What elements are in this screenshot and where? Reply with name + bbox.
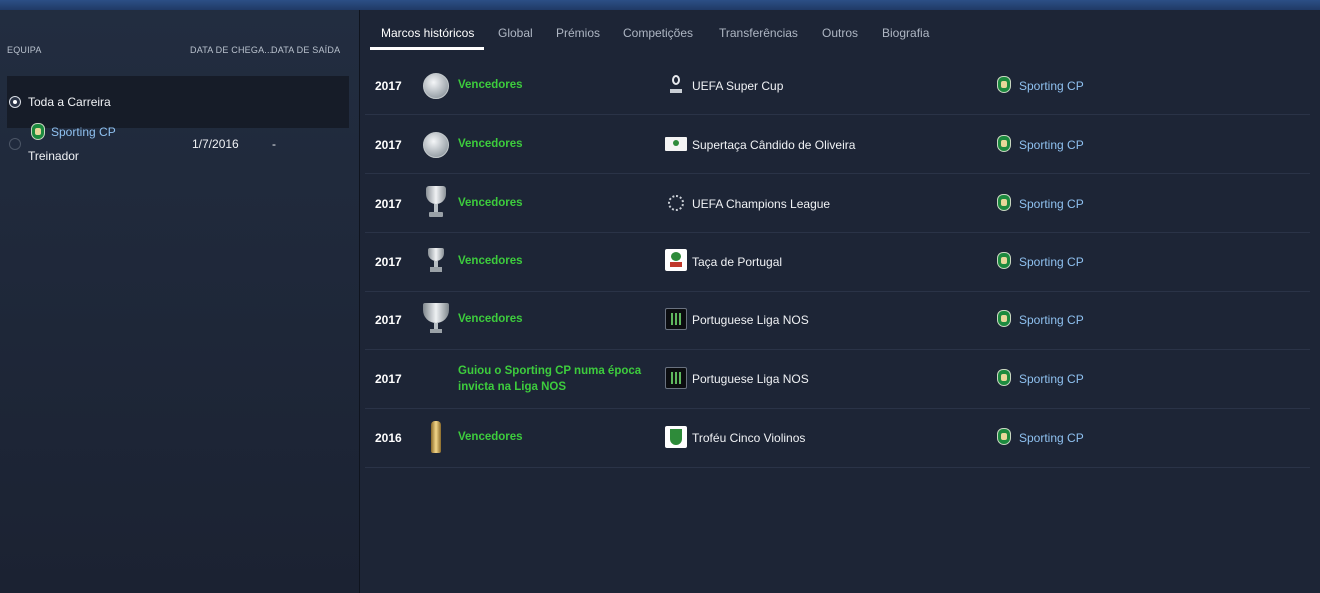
sporting-crest-icon xyxy=(31,123,45,140)
champions-cup-trophy-icon xyxy=(425,186,447,218)
club-link[interactable]: Sporting CP xyxy=(1019,79,1084,93)
career-stints-panel: EQUIPA DATA DE CHEGA... DATA DE SAÍDA To… xyxy=(0,10,359,593)
milestone-row: 2017 Vencedores Portuguese Liga NOS Spor… xyxy=(365,291,1310,350)
tab-milestones[interactable]: Marcos históricos xyxy=(381,26,474,40)
sporting-crest-icon xyxy=(997,428,1011,445)
tab-awards[interactable]: Prémios xyxy=(556,26,600,40)
plate-trophy-icon xyxy=(423,73,449,99)
liga-nos-logo-icon xyxy=(665,367,687,389)
club-link[interactable]: Sporting CP xyxy=(1019,313,1084,327)
liga-nos-logo-icon xyxy=(665,308,687,330)
competition-link[interactable]: UEFA Champions League xyxy=(692,197,830,211)
club-link[interactable]: Sporting CP xyxy=(1019,372,1084,386)
taca-de-portugal-logo-icon xyxy=(665,249,687,271)
tab-global[interactable]: Global xyxy=(498,26,533,40)
club-link[interactable]: Sporting CP xyxy=(1019,138,1084,152)
uefa-super-cup-logo-icon xyxy=(665,74,687,96)
gold-trophy-icon xyxy=(431,421,441,453)
tab-transfers[interactable]: Transferências xyxy=(719,26,798,40)
cinco-violinos-logo-icon xyxy=(665,426,687,448)
club-link[interactable]: Sporting CP xyxy=(1019,431,1084,445)
tab-others[interactable]: Outros xyxy=(822,26,858,40)
champions-league-logo-icon xyxy=(665,192,687,214)
career-total-row[interactable]: Toda a Carreira xyxy=(7,76,349,128)
milestone-row: 2017 Vencedores UEFA Super Cup Sporting … xyxy=(365,56,1310,115)
milestone-description: Vencedores xyxy=(458,138,523,150)
milestone-year: 2017 xyxy=(375,138,402,152)
stint-radio-button[interactable] xyxy=(9,138,21,150)
competition-link[interactable]: UEFA Super Cup xyxy=(692,79,783,93)
plate-trophy-icon xyxy=(423,132,449,158)
active-tab-indicator xyxy=(370,47,484,50)
milestone-row: 2016 Vencedores Troféu Cinco Violinos Sp… xyxy=(365,409,1310,468)
tab-bar: Marcos históricos Global Prémios Competi… xyxy=(360,10,1320,50)
sporting-crest-icon xyxy=(997,310,1011,327)
milestone-year: 2016 xyxy=(375,431,402,445)
milestone-description: Vencedores xyxy=(458,313,523,325)
club-link[interactable]: Sporting CP xyxy=(1019,255,1084,269)
milestone-row: 2017 Vencedores Taça de Portugal Sportin… xyxy=(365,233,1310,292)
league-cup-trophy-icon xyxy=(423,303,449,333)
stint-departure-date: - xyxy=(272,137,276,151)
sporting-crest-icon xyxy=(997,135,1011,152)
milestone-description: Guiou o Sporting CP numa época invicta n… xyxy=(458,365,642,393)
milestone-year: 2017 xyxy=(375,313,402,327)
career-label: Toda a Carreira xyxy=(28,95,111,109)
stint-club-link[interactable]: Sporting CP xyxy=(51,125,116,139)
milestone-row: 2017 Guiou o Sporting CP numa época invi… xyxy=(365,350,1310,409)
small-cup-trophy-icon xyxy=(425,248,447,272)
supertaca-logo-icon xyxy=(665,137,687,151)
sporting-crest-icon xyxy=(997,76,1011,93)
milestone-year: 2017 xyxy=(375,255,402,269)
competition-link[interactable]: Supertaça Cândido de Oliveira xyxy=(692,138,855,152)
stint-arrival-date: 1/7/2016 xyxy=(192,137,239,151)
milestone-year: 2017 xyxy=(375,79,402,93)
milestone-year: 2017 xyxy=(375,372,402,386)
milestone-description: Vencedores xyxy=(458,197,523,209)
competition-link[interactable]: Portuguese Liga NOS xyxy=(692,313,809,327)
top-bar xyxy=(0,0,1320,10)
tab-competitions[interactable]: Competições xyxy=(623,26,693,40)
milestone-description: Vencedores xyxy=(458,79,523,91)
column-header-arrival[interactable]: DATA DE CHEGA... xyxy=(190,45,272,55)
club-link[interactable]: Sporting CP xyxy=(1019,197,1084,211)
career-radio-button[interactable] xyxy=(9,96,21,108)
milestone-row: 2017 Vencedores UEFA Champions League Sp… xyxy=(365,174,1310,233)
stint-role: Treinador xyxy=(28,149,79,163)
sporting-crest-icon xyxy=(997,252,1011,269)
milestone-year: 2017 xyxy=(375,197,402,211)
competition-link[interactable]: Taça de Portugal xyxy=(692,255,782,269)
milestone-description: Vencedores xyxy=(458,255,523,267)
column-header-departure[interactable]: DATA DE SAÍDA xyxy=(271,45,340,55)
sporting-crest-icon xyxy=(997,369,1011,386)
milestone-row: 2017 Vencedores Supertaça Cândido de Oli… xyxy=(365,115,1310,174)
sporting-crest-icon xyxy=(997,194,1011,211)
tab-biography[interactable]: Biografia xyxy=(882,26,929,40)
competition-link[interactable]: Troféu Cinco Violinos xyxy=(692,431,805,445)
column-header-team[interactable]: EQUIPA xyxy=(7,45,42,55)
panel-divider xyxy=(359,10,360,593)
milestone-description: Vencedores xyxy=(458,431,523,443)
competition-link[interactable]: Portuguese Liga NOS xyxy=(692,372,809,386)
